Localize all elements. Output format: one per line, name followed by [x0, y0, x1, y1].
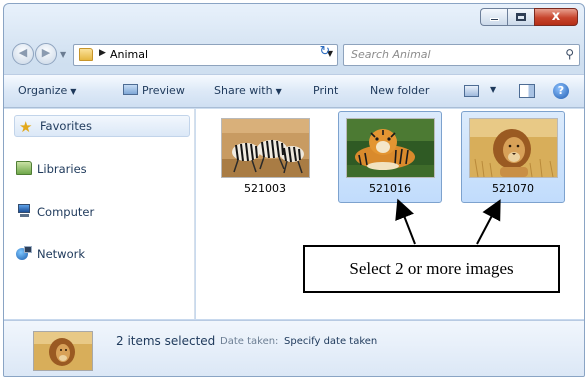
new-folder-label: New folder: [370, 84, 430, 97]
star-icon: ★: [19, 118, 33, 136]
network-icon: [16, 246, 32, 260]
lion-thumbnail: [469, 118, 558, 178]
search-placeholder: Search Animal: [351, 48, 431, 61]
maximize-icon: [516, 13, 526, 21]
back-button[interactable]: ◀: [12, 43, 34, 65]
organize-label: Organize: [18, 84, 68, 97]
folder-icon: [79, 48, 93, 61]
close-icon: x: [551, 9, 561, 24]
search-input[interactable]: Search Animal ⚲: [343, 44, 580, 66]
print-label: Print: [313, 84, 339, 97]
chevron-down-icon: ▼: [70, 87, 77, 96]
change-view-icon[interactable]: [464, 85, 479, 97]
details-pane: 2 items selected Date taken: Specify dat…: [4, 320, 584, 376]
preview-label: Preview: [142, 84, 185, 97]
sidebar-item-label: Libraries: [37, 162, 87, 176]
preview-button[interactable]: Preview: [123, 84, 185, 97]
title-bar: x: [4, 4, 584, 38]
forward-button[interactable]: ▶: [35, 43, 57, 65]
sidebar-item-favorites[interactable]: ★ Favorites: [14, 115, 190, 137]
file-item-521016[interactable]: 521016: [338, 111, 442, 203]
sidebar-item-label: Favorites: [40, 119, 92, 133]
computer-icon: [16, 204, 32, 218]
share-with-button[interactable]: Share with ▼: [214, 84, 282, 97]
file-name: 521016: [369, 182, 411, 195]
navigation-pane: ★ Favorites Libraries Computer Network: [4, 109, 195, 319]
preview-pane-icon[interactable]: [519, 84, 535, 98]
new-folder-button[interactable]: New folder: [370, 84, 429, 97]
instruction-callout: Select 2 or more images: [303, 245, 560, 293]
explorer-window: x ◀ ▶ ▼ ▶ Animal ▼ ↻ Search Animal ⚲ Org…: [3, 3, 585, 377]
refresh-button[interactable]: ↻: [314, 44, 336, 61]
back-arrow-icon: ◀: [18, 46, 28, 59]
forward-arrow-icon: ▶: [41, 46, 51, 59]
address-row: ◀ ▶ ▼ ▶ Animal ▼ ↻ Search Animal ⚲: [4, 40, 584, 70]
tiger-thumbnail: [346, 118, 435, 178]
file-name: 521070: [492, 182, 534, 195]
sidebar-item-label: Network: [37, 247, 86, 261]
minimize-icon: [490, 18, 499, 21]
close-button[interactable]: x: [534, 8, 578, 26]
breadcrumb-animal[interactable]: Animal: [110, 48, 148, 61]
libraries-icon: [16, 161, 32, 175]
date-taken-label: Date taken:: [220, 336, 279, 347]
caption-buttons: x: [480, 8, 578, 26]
search-icon[interactable]: ⚲: [565, 47, 574, 61]
command-bar: Organize ▼ Preview Share with ▼ Print New …: [4, 74, 584, 108]
file-name: 521003: [244, 182, 286, 195]
help-icon[interactable]: ?: [553, 83, 569, 99]
sidebar-item-label: Computer: [37, 205, 95, 219]
maximize-button[interactable]: [507, 8, 534, 26]
organize-button[interactable]: Organize ▼: [18, 84, 76, 97]
print-button[interactable]: Print: [313, 84, 338, 97]
view-options-dropdown[interactable]: ▼: [490, 85, 496, 94]
address-bar[interactable]: ▶ Animal ▼: [73, 44, 338, 66]
file-item-521003[interactable]: 521003: [213, 111, 317, 203]
zebra-thumbnail: [221, 118, 310, 178]
recent-pages-dropdown[interactable]: ▼: [60, 50, 66, 59]
share-with-label: Share with: [214, 84, 273, 97]
date-taken-value[interactable]: Specify date taken: [284, 336, 377, 347]
sidebar-item-computer[interactable]: Computer: [16, 204, 94, 219]
chevron-down-icon: ▼: [275, 87, 282, 96]
selection-count: 2 items selected: [116, 334, 216, 348]
refresh-icon: ↻: [319, 44, 331, 59]
breadcrumb-separator-icon[interactable]: ▶: [99, 48, 106, 58]
preview-icon: [123, 84, 138, 95]
sidebar-item-libraries[interactable]: Libraries: [16, 161, 87, 176]
minimize-button[interactable]: [480, 8, 507, 26]
selection-thumbnail: [33, 331, 93, 371]
file-item-521070[interactable]: 521070: [461, 111, 565, 203]
sidebar-item-network[interactable]: Network: [16, 246, 85, 261]
